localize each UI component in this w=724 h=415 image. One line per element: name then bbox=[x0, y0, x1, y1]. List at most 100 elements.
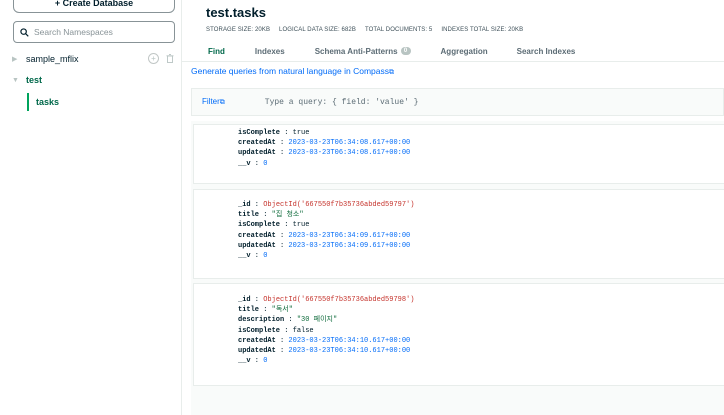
search-icon bbox=[20, 27, 29, 37]
document-card[interactable]: _id : ObjectId('667550f7b35736abded59798… bbox=[193, 283, 724, 386]
field-value: "집 청소" bbox=[271, 211, 304, 220]
tab-search-indexes[interactable]: Search Indexes bbox=[517, 44, 576, 58]
stat-indexes-size: INDEXES TOTAL SIZE: 20KB bbox=[441, 27, 524, 33]
field-value: 0 bbox=[263, 357, 268, 366]
field-separator: : bbox=[275, 336, 289, 345]
row-actions: + bbox=[148, 53, 175, 64]
field-key: title bbox=[238, 211, 260, 220]
field-separator: : bbox=[275, 139, 289, 148]
field-separator: : bbox=[250, 201, 264, 209]
document-field: createdAt : 2023-03-23T06:34:08.617+00:0… bbox=[238, 138, 724, 148]
field-value: 0 bbox=[263, 252, 268, 261]
filter-label-text: Filter bbox=[202, 97, 220, 106]
caret-right-icon[interactable]: ▶ bbox=[12, 55, 22, 63]
document-field: isComplete : true bbox=[238, 220, 724, 230]
field-separator: : bbox=[259, 211, 272, 220]
field-separator: : bbox=[275, 149, 289, 158]
field-value: 2023-03-23T06:34:09.617+00:00 bbox=[288, 241, 411, 250]
caret-down-icon[interactable]: ▼ bbox=[12, 77, 22, 84]
field-value: 2023-03-23T06:34:08.617+00:00 bbox=[288, 139, 411, 148]
field-value: ObjectId('667550f7b35736abded59797') bbox=[263, 201, 415, 209]
search-input[interactable] bbox=[34, 27, 164, 37]
document-field: title : "독서" bbox=[238, 305, 724, 315]
field-separator: : bbox=[284, 316, 297, 325]
document-field: __v : 0 bbox=[238, 356, 724, 366]
document-card[interactable]: isComplete : true createdAt : 2023-03-23T… bbox=[193, 124, 724, 184]
document-field: _id : ObjectId('667550f7b35736abded59797… bbox=[238, 200, 724, 210]
query-input[interactable] bbox=[264, 97, 565, 107]
tab-label: Find bbox=[208, 46, 225, 56]
sidebar-item-tasks[interactable]: tasks bbox=[27, 93, 59, 111]
field-separator: : bbox=[280, 326, 293, 335]
field-key: title bbox=[238, 306, 260, 315]
field-key: __v bbox=[238, 252, 251, 261]
field-value: 2023-03-23T06:34:08.617+00:00 bbox=[288, 149, 411, 158]
field-key: isComplete bbox=[238, 326, 281, 335]
main-panel: test.tasks STORAGE SIZE: 20KB LOGICAL DA… bbox=[182, 0, 724, 415]
sidebar-item-sample-mflix[interactable]: ▶ sample_mflix + bbox=[0, 51, 182, 67]
documents-list: isComplete : true createdAt : 2023-03-23T… bbox=[191, 121, 724, 415]
document-field: description : "30 페이지" bbox=[238, 315, 724, 325]
sidebar-item-test[interactable]: ▼ test bbox=[0, 72, 182, 88]
field-separator: : bbox=[280, 129, 293, 137]
tab-indexes[interactable]: Indexes bbox=[255, 44, 285, 58]
tab-aggregation[interactable]: Aggregation bbox=[441, 44, 488, 58]
field-separator: : bbox=[259, 306, 272, 315]
tab-label: Search Indexes bbox=[516, 46, 576, 56]
trash-icon[interactable] bbox=[164, 53, 175, 64]
field-value: 2023-03-23T06:34:09.617+00:00 bbox=[288, 231, 411, 240]
tab-label: Aggregation bbox=[440, 46, 488, 56]
create-database-button[interactable]: + Create Database bbox=[13, 0, 175, 13]
field-value: 2023-03-23T06:34:10.617+00:00 bbox=[288, 336, 411, 345]
field-separator: : bbox=[275, 347, 289, 356]
namespace-search[interactable] bbox=[13, 21, 175, 43]
field-value: ObjectId('667550f7b35736abded59798') bbox=[263, 296, 415, 304]
field-key: createdAt bbox=[238, 336, 276, 345]
field-separator: : bbox=[275, 231, 289, 240]
filter-label[interactable]: Filter⧉ bbox=[202, 97, 225, 107]
document-field: title : "집 청소" bbox=[238, 210, 724, 220]
field-separator: : bbox=[250, 296, 264, 304]
compass-app: + Create Database ▶ sample_mflix + ▼ tes… bbox=[0, 0, 724, 415]
document-field: __v : 0 bbox=[238, 251, 724, 261]
document-field: __v : 0 bbox=[238, 159, 724, 169]
tab-schema-anti-patterns[interactable]: Schema Anti-Patterns 0 bbox=[315, 44, 411, 58]
field-value: "독서" bbox=[271, 306, 293, 315]
field-value: "30 페이지" bbox=[296, 316, 338, 325]
tab-find[interactable]: Find bbox=[208, 44, 225, 58]
collection-stats: STORAGE SIZE: 20KB LOGICAL DATA SIZE: 68… bbox=[206, 27, 523, 33]
document-field: updatedAt : 2023-03-23T06:34:08.617+00:0… bbox=[238, 148, 724, 158]
document-card[interactable]: _id : ObjectId('667550f7b35736abded59797… bbox=[193, 189, 724, 279]
field-key: isComplete bbox=[238, 129, 281, 137]
add-collection-icon[interactable]: + bbox=[148, 53, 159, 64]
database-name: sample_mflix bbox=[26, 54, 79, 64]
field-value: 2023-03-23T06:34:10.617+00:00 bbox=[288, 347, 411, 356]
field-key: updatedAt bbox=[238, 241, 276, 250]
field-separator: : bbox=[250, 159, 264, 168]
field-key: _id bbox=[238, 201, 251, 209]
field-separator: : bbox=[275, 241, 289, 250]
tabs-divider bbox=[182, 61, 724, 62]
document-field: isComplete : true bbox=[238, 128, 724, 138]
field-key: updatedAt bbox=[238, 149, 276, 158]
field-value: true bbox=[292, 221, 310, 230]
document-field: _id : ObjectId('667550f7b35736abded59798… bbox=[238, 295, 724, 305]
field-separator: : bbox=[250, 252, 264, 261]
stat-logical-size: LOGICAL DATA SIZE: 682B bbox=[279, 27, 356, 33]
field-key: createdAt bbox=[238, 231, 276, 240]
field-key: __v bbox=[238, 159, 251, 168]
tab-label: Schema Anti-Patterns bbox=[314, 46, 398, 56]
field-separator: : bbox=[250, 357, 264, 366]
link-text: Generate queries from natural language i… bbox=[191, 66, 389, 76]
stat-total-documents: TOTAL DOCUMENTS: 5 bbox=[364, 27, 433, 33]
field-key: _id bbox=[238, 296, 251, 304]
external-link-icon: ⧉ bbox=[219, 99, 225, 106]
database-name: test bbox=[26, 75, 43, 85]
generate-queries-link[interactable]: Generate queries from natural language i… bbox=[191, 66, 394, 77]
sidebar: + Create Database ▶ sample_mflix + ▼ tes… bbox=[0, 0, 182, 415]
field-value: 0 bbox=[263, 159, 268, 168]
field-key: updatedAt bbox=[238, 347, 276, 356]
document-field: createdAt : 2023-03-23T06:34:09.617+00:0… bbox=[238, 231, 724, 241]
page-title: test.tasks bbox=[206, 5, 266, 20]
external-link-icon: ⧉ bbox=[388, 69, 394, 76]
